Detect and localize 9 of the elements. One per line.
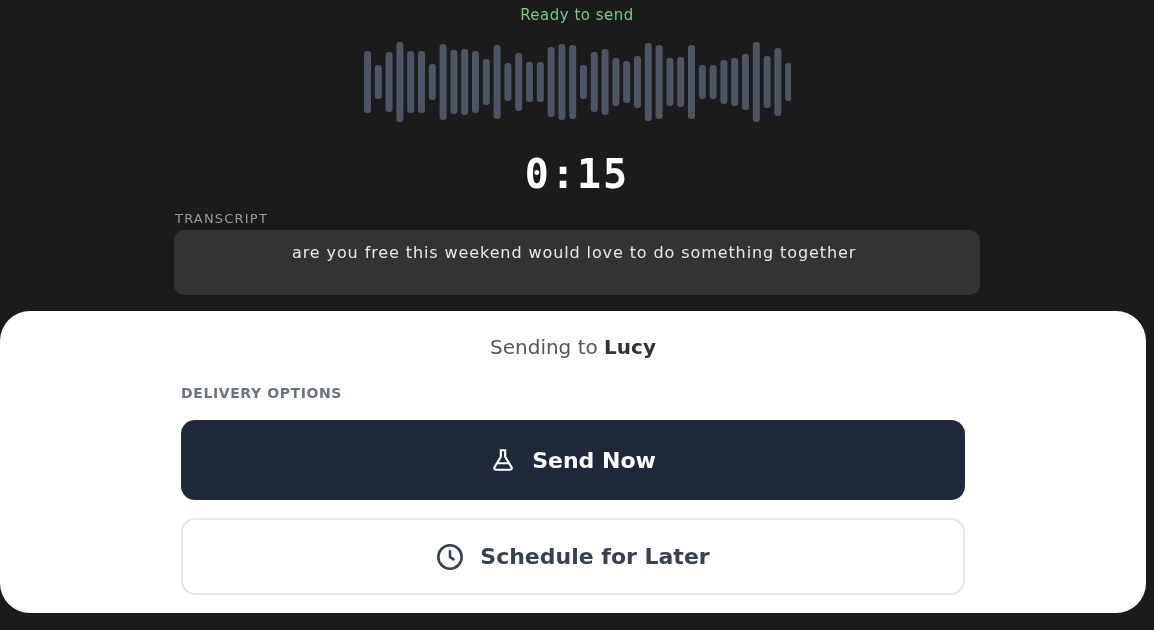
- clock-icon: [436, 542, 465, 571]
- recording-timer: 0:15: [524, 151, 630, 197]
- recipient-text: Sending to Lucy: [489, 335, 657, 359]
- status-text: Ready to send: [520, 6, 634, 24]
- transcript-text: are you free this weekend would love to do something together: [292, 242, 858, 264]
- section-label: DELIVERY OPTIONS: [181, 385, 343, 401]
- send-now-button[interactable]: Send Now: [181, 420, 965, 500]
- transcript-label: TRANSCRIPT: [175, 211, 270, 226]
- schedule-button[interactable]: Schedule for Later: [181, 518, 965, 595]
